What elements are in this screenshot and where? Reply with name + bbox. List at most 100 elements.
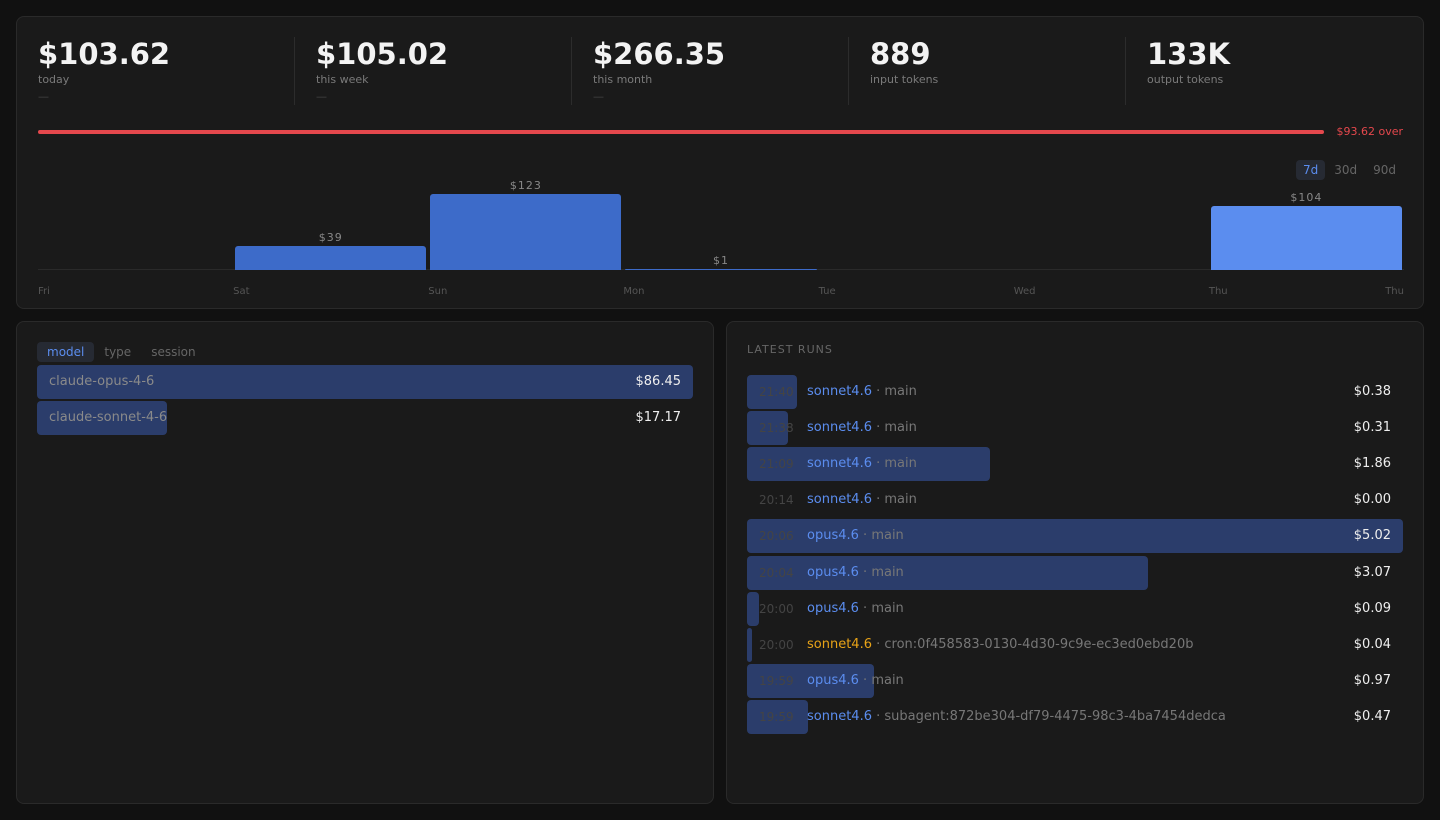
bar-value-label: $104 [1209, 191, 1404, 204]
run-model: sonnet4.6 · main [807, 420, 917, 435]
run-row[interactable]: 21:38 sonnet4.6 · main $0.31 [747, 411, 1403, 445]
run-cost: $0.00 [1354, 492, 1391, 507]
breakdown-tabs: modeltypesession [37, 342, 206, 362]
run-model: opus4.6 · main [807, 673, 904, 688]
stat-value: $105.02 [316, 37, 571, 71]
tab-session[interactable]: session [141, 342, 205, 362]
model-cost: $17.17 [636, 410, 682, 425]
run-time: 20:06 [759, 529, 794, 543]
run-session: main [884, 384, 916, 399]
run-cost: $0.04 [1354, 637, 1391, 652]
run-session: main [871, 673, 903, 688]
breakdown-card: modeltypesession claude-opus-4-6$86.45cl… [16, 321, 714, 804]
x-tick-label: Thu [1209, 286, 1228, 297]
run-row[interactable]: 19:59 opus4.6 · main $0.97 [747, 664, 1403, 698]
stat-value: 133K [1147, 37, 1402, 71]
stat-label: this month [593, 73, 848, 86]
bar-Thu[interactable] [1211, 206, 1402, 270]
run-cost: $5.02 [1354, 528, 1391, 543]
run-model-name: sonnet4.6 [807, 709, 872, 724]
run-row[interactable]: 20:14sonnet4.6 · main$0.00 [747, 483, 1403, 517]
separator: · [859, 673, 871, 688]
separator: · [859, 565, 871, 580]
run-row[interactable]: 21:40 sonnet4.6 · main $0.38 [747, 375, 1403, 409]
separator: · [872, 384, 884, 399]
run-time: 21:40 [759, 385, 794, 399]
x-tick-label: Sat [233, 286, 249, 297]
separator: · [872, 420, 884, 435]
stat-delta: — [38, 90, 294, 103]
bar-value-label: $1 [623, 254, 818, 267]
latest-runs-title: LATEST RUNS [747, 343, 833, 356]
run-row[interactable]: 20:00sonnet4.6 · cron:0f458583-0130-4d30… [747, 628, 1403, 662]
run-row[interactable]: 20:04 opus4.6 · main $3.07 [747, 556, 1403, 590]
run-model: sonnet4.6 · subagent:872be304-df79-4475-… [807, 709, 1226, 724]
run-cost: $0.09 [1354, 601, 1391, 616]
stat-value: 889 [870, 37, 1125, 71]
run-model-name: opus4.6 [807, 673, 859, 688]
stat-delta: — [316, 90, 571, 103]
stat-0: $103.62 today — [17, 37, 294, 105]
run-time: 21:38 [759, 421, 794, 435]
run-time: 20:04 [759, 566, 794, 580]
run-session: main [871, 528, 903, 543]
model-row[interactable]: claude-sonnet-4-6 $17.17 [37, 401, 693, 435]
run-session: main [884, 492, 916, 507]
run-model-name: opus4.6 [807, 565, 859, 580]
x-tick-label: Mon [623, 286, 644, 297]
x-tick-label: Wed [1014, 286, 1036, 297]
run-session: main [884, 456, 916, 471]
run-model-name: opus4.6 [807, 601, 859, 616]
run-model-name: opus4.6 [807, 528, 859, 543]
stat-3: 889input tokens [848, 37, 1125, 105]
run-model: opus4.6 · main [807, 565, 904, 580]
run-time: 21:09 [759, 457, 794, 471]
x-tick-label: Sun [428, 286, 447, 297]
run-model: sonnet4.6 · main [807, 384, 917, 399]
run-time: 20:00 [759, 638, 794, 652]
run-cost: $3.07 [1354, 565, 1391, 580]
stat-4: 133Koutput tokens [1125, 37, 1402, 105]
run-cost: $0.38 [1354, 384, 1391, 399]
bar-Sat[interactable] [235, 246, 426, 270]
stat-label: today [38, 73, 294, 86]
run-cost: $0.31 [1354, 420, 1391, 435]
bar-value-label: $39 [233, 231, 428, 244]
x-tick-label: Tue [819, 286, 836, 297]
separator: · [872, 492, 884, 507]
run-cost-bar [747, 628, 752, 662]
run-row[interactable]: 20:00opus4.6 · main$0.09 [747, 592, 1403, 626]
model-name: claude-sonnet-4-6 [49, 410, 167, 425]
separator: · [859, 528, 871, 543]
bar-value-label: $123 [428, 179, 623, 192]
run-model-name: sonnet4.6 [807, 384, 872, 399]
run-row[interactable]: 20:06 opus4.6 · main $5.02 [747, 519, 1403, 553]
stat-1: $105.02this week— [294, 37, 571, 105]
x-tick-label: Thu [1385, 286, 1404, 297]
tab-model[interactable]: model [37, 342, 94, 362]
model-row[interactable]: claude-opus-4-6$86.45 [37, 365, 693, 399]
run-model-name: sonnet4.6 [807, 420, 872, 435]
run-time: 20:14 [759, 493, 794, 507]
run-time: 19:59 [759, 674, 794, 688]
run-cost-bar [747, 592, 759, 626]
tab-type[interactable]: type [94, 342, 141, 362]
budget-bar [38, 130, 1324, 134]
run-model: opus4.6 · main [807, 528, 904, 543]
run-model: sonnet4.6 · main [807, 456, 917, 471]
bar-Mon[interactable] [625, 269, 816, 270]
separator: · [872, 709, 884, 724]
run-model-name: sonnet4.6 [807, 456, 872, 471]
separator: · [872, 456, 884, 471]
run-session: main [871, 565, 903, 580]
separator: · [859, 601, 871, 616]
run-row[interactable]: 21:09sonnet4.6 · main$1.86 [747, 447, 1403, 481]
run-row[interactable]: 19:59sonnet4.6 · subagent:872be304-df79-… [747, 700, 1403, 734]
stat-value: $103.62 [38, 37, 294, 71]
bar-Sun[interactable] [430, 194, 621, 270]
daily-cost-chart: $39$123$1$104FriSatSunMonTueWedThuThu [38, 177, 1404, 297]
latest-runs-card: LATEST RUNS 21:40sonnet4.6 · main$0.3821… [726, 321, 1424, 804]
run-session: subagent:872be304-df79-4475-98c3-4ba7454… [884, 709, 1225, 724]
run-model-name: sonnet4.6 [807, 637, 872, 652]
run-cost: $0.97 [1354, 673, 1391, 688]
